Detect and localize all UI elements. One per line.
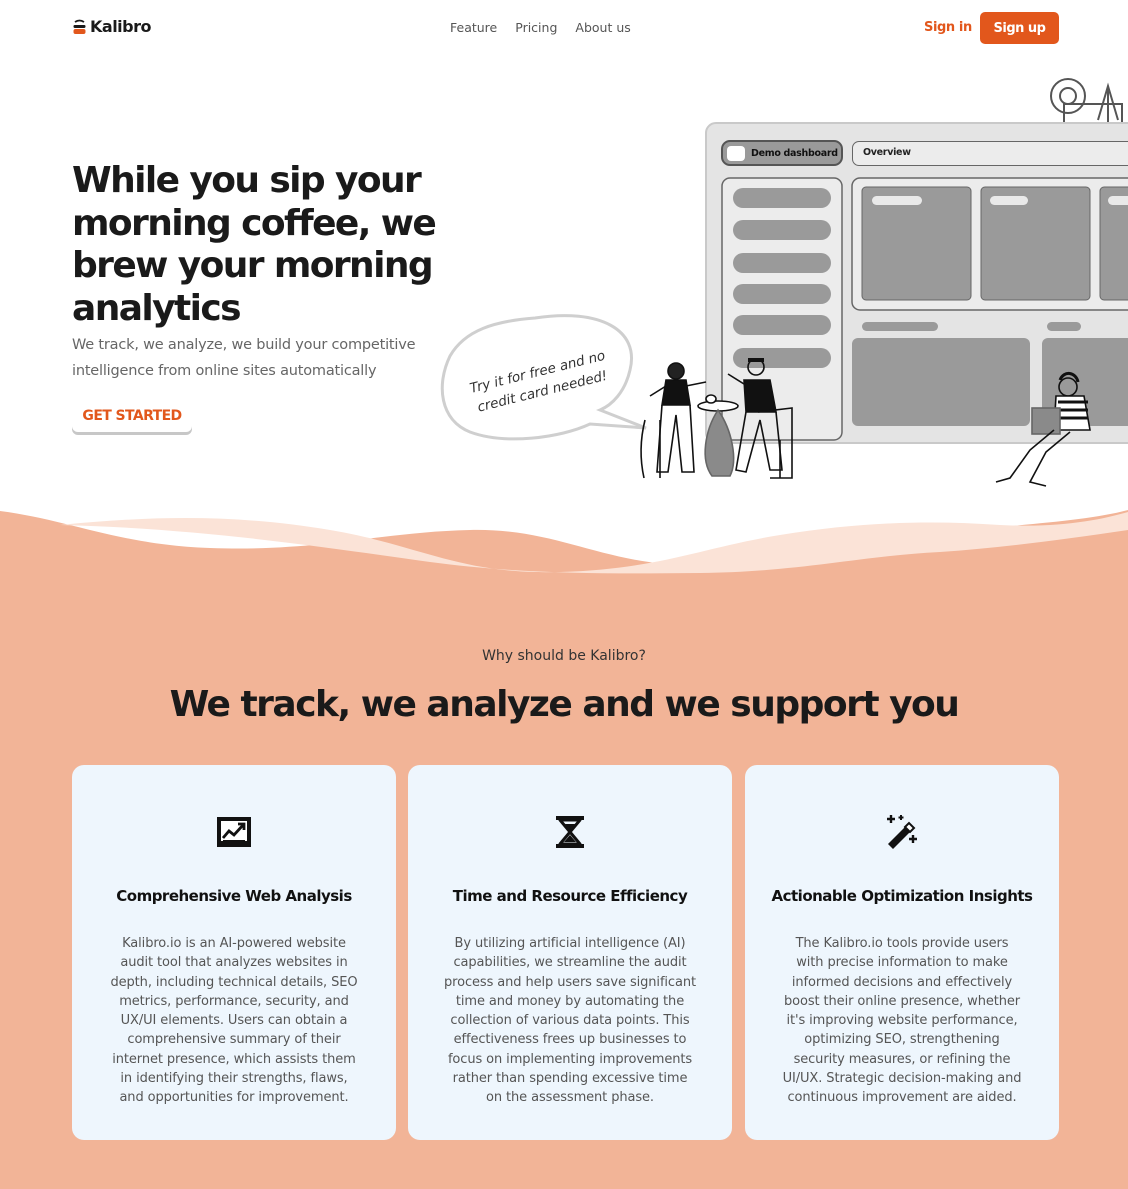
feature-card: Time and Resource Efficiency By utilizin… [408,765,732,1140]
feature-card: Comprehensive Web Analysis Kalibro.io is… [72,765,396,1140]
nav-links: Feature Pricing About us [450,20,631,35]
sign-in-link[interactable]: Sign in [924,20,972,35]
overview-tab: Overview [852,141,1128,166]
nav-link-pricing[interactable]: Pricing [515,20,557,35]
top-nav: Kalibro Feature Pricing About us Sign in… [0,0,1128,58]
brand-name: Kalibro [90,17,152,36]
feature-body: Kalibro.io is an AI-powered website audi… [110,936,358,1106]
feature-body: The Kalibro.io tools provide users with … [782,936,1022,1106]
hero-title: While you sip your morning coffee, we br… [72,160,437,329]
feature-card: Actionable Optimization Insights The Kal… [745,765,1059,1140]
brand-logo[interactable]: Kalibro [72,17,152,36]
nav-link-feature[interactable]: Feature [450,20,497,35]
logo-icon [73,19,86,34]
get-started-button[interactable]: GET STARTED [72,399,192,432]
hero-illustration [440,78,1128,487]
hero-subtitle: We track, we analyze, we build your comp… [72,337,416,379]
section-heading: We track, we analyze and we support you [169,684,960,725]
feature-title: Actionable Optimization Insights [771,887,1033,905]
feature-title: Comprehensive Web Analysis [116,887,352,905]
sign-up-button[interactable]: Sign up [980,12,1059,44]
magic-wand-icon [887,815,917,849]
dashboard-cards [861,186,1128,301]
hourglass-icon [556,816,584,848]
toggle-icon [727,145,745,161]
chart-growth-icon [217,817,251,847]
satellite-doodle [1050,78,1123,123]
demo-dashboard-label: Demo dashboard [751,147,838,159]
nav-link-about-us[interactable]: About us [575,20,630,35]
demo-dashboard-tab: Demo dashboard [721,140,843,166]
feature-body: By utilizing artificial intelligence (AI… [444,936,696,1106]
feature-title: Time and Resource Efficiency [452,887,688,905]
why-eyebrow: Why should be Kalibro? [482,648,646,664]
